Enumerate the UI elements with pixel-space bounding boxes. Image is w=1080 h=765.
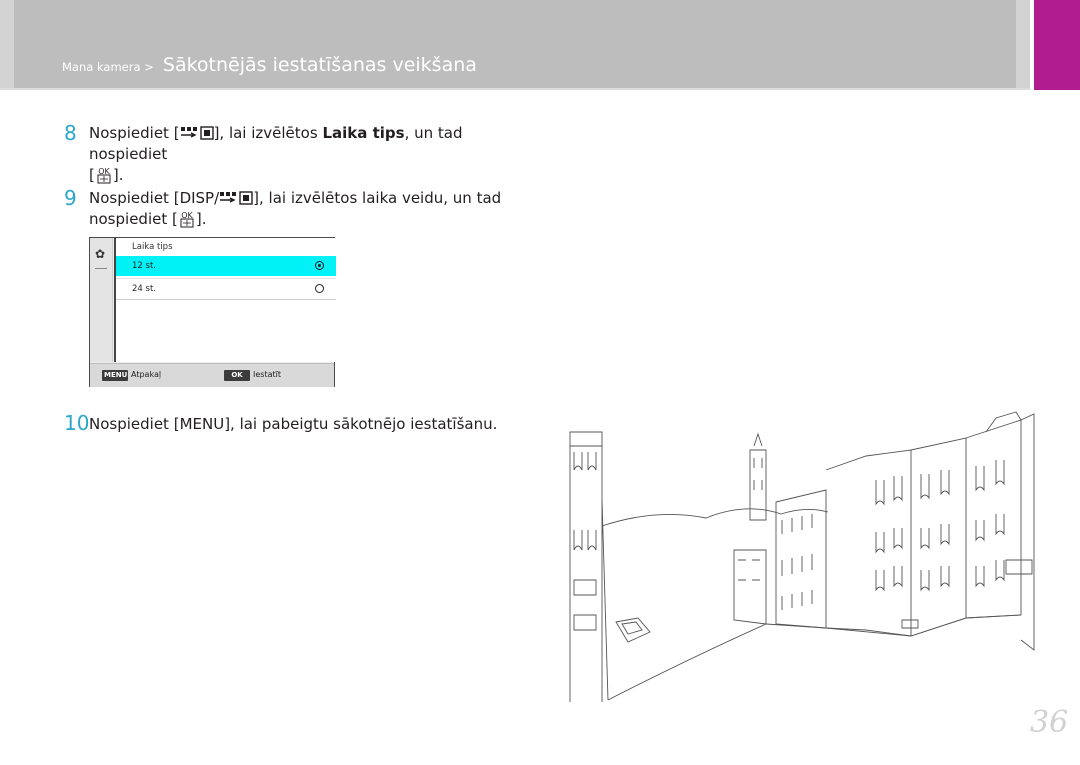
step-8-part: ], lai izvēlētos: [213, 124, 323, 142]
step-9-end: ].: [195, 210, 207, 228]
radio-selected-icon: [315, 261, 324, 270]
page-title: Sākotnējās iestatīšanas veikšana: [162, 54, 477, 76]
set-label: Iestatīt: [253, 370, 281, 379]
navigation-buttons-icon: [180, 126, 214, 140]
gear-icon: ✿: [95, 247, 106, 261]
step-9-part: ], lai izvēlētos laika veidu, un tad: [253, 189, 502, 207]
option-label: 24 st.: [132, 284, 156, 294]
option-label: 12 st.: [132, 261, 156, 271]
step-9-part: Nospiediet [: [89, 189, 180, 207]
step-8-highlight: Laika tips: [322, 124, 405, 142]
menu-title: Laika tips: [132, 242, 173, 252]
step-8-end: ].: [112, 166, 124, 184]
step-8-part: Nospiediet [: [89, 124, 180, 142]
page-number: 36: [1030, 705, 1069, 740]
header-bar: Mana kamera > Sākotnējās iestatīšanas ve…: [0, 0, 1030, 90]
menu-button-label: MENU: [179, 415, 225, 433]
disp-button-label: DISP: [179, 189, 215, 207]
back-label: Atpakaļ: [131, 370, 162, 379]
step-10-text: Nospiediet [MENU], lai pabeigtu sākotnēj…: [89, 414, 519, 435]
menu-option-24h[interactable]: 24 st.: [116, 278, 336, 300]
screen-sidebar: ✿: [90, 238, 113, 362]
ok-button-icon: OK: [97, 167, 110, 184]
ok-button-icon: OK: [180, 211, 193, 228]
step-number-9: 9: [64, 186, 77, 210]
header-underline: [0, 88, 1030, 90]
step-number-10: 10: [64, 411, 90, 435]
step-8-text: Nospiediet [], lai izvēlētos Laika tips,…: [89, 123, 519, 186]
step-10-part: ], lai pabeigtu sākotnējo iestatīšanu.: [224, 415, 498, 433]
radio-unselected-icon: [315, 284, 324, 293]
header-edge-left: [0, 0, 14, 90]
navigation-buttons-icon: [220, 191, 253, 205]
menu-option-12h[interactable]: 12 st.: [116, 256, 336, 276]
step-number-8: 8: [64, 121, 77, 145]
camera-screen: ✿ Laika tips 12 st. 24 st. MENU Atpakaļ …: [89, 237, 336, 387]
step-10-part: Nospiediet [: [89, 415, 180, 433]
header-edge-right: [1016, 0, 1030, 90]
ok-key-icon[interactable]: OK: [224, 370, 250, 381]
menu-key-icon[interactable]: MENU: [102, 370, 128, 381]
menu-panel: Laika tips 12 st. 24 st.: [114, 238, 336, 362]
city-canal-illustration: [569, 411, 1035, 702]
screen-footer: MENU Atpakaļ OK Iestatīt: [90, 363, 334, 387]
step-9-part: nospiediet [: [89, 210, 178, 228]
breadcrumb: Mana kamera > Sākotnējās iestatīšanas ve…: [62, 54, 477, 76]
step-9-text: Nospiediet [DISP/], lai izvēlētos laika …: [89, 188, 519, 230]
chapter-tab: [1034, 0, 1080, 90]
breadcrumb-parent[interactable]: Mana kamera >: [62, 60, 154, 74]
sidebar-divider: [95, 268, 107, 269]
